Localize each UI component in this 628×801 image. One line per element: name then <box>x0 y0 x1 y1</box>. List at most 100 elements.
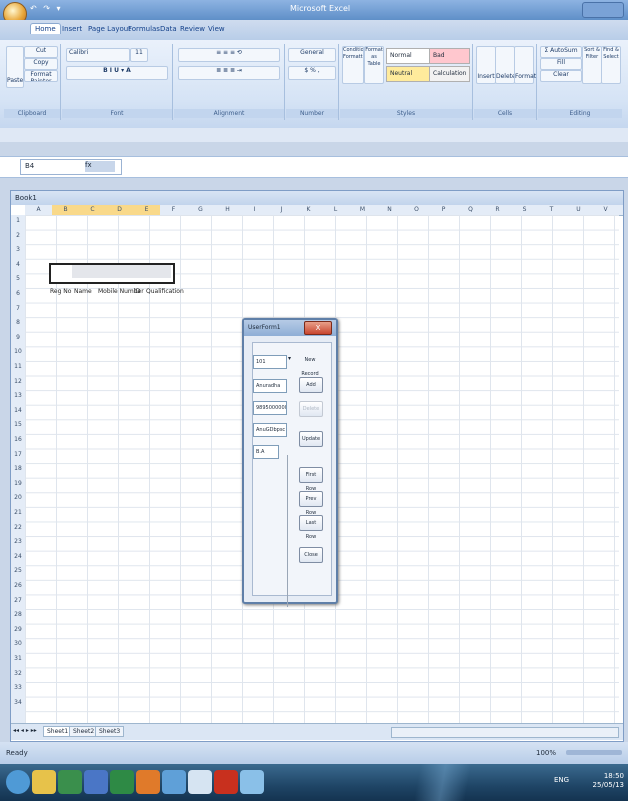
column-header-c[interactable]: C <box>79 205 106 215</box>
insert-cells-button[interactable]: Insert <box>476 46 496 84</box>
row-header-4[interactable]: 4 <box>11 261 25 268</box>
align-bottom-buttons[interactable]: ≣ ≣ ≣ ⇥ <box>178 66 280 80</box>
tab-view[interactable]: View <box>208 25 225 33</box>
prev-row-button[interactable]: Prev Row <box>299 491 323 516</box>
column-header-e[interactable]: E <box>133 205 160 215</box>
row-header-8[interactable]: 8 <box>11 319 25 326</box>
column-header-q[interactable]: Q <box>457 205 484 215</box>
first-row-button[interactable]: First Row <box>299 467 323 492</box>
zoom-slider[interactable] <box>566 750 622 755</box>
sheet-tab-3[interactable]: Sheet3 <box>95 726 125 737</box>
format-painter-button[interactable]: Format Painter <box>24 70 58 82</box>
row-header-19[interactable]: 19 <box>11 480 25 487</box>
column-header-f[interactable]: F <box>160 205 187 215</box>
column-header-s[interactable]: S <box>511 205 538 215</box>
column-header-r[interactable]: R <box>484 205 511 215</box>
fx-button[interactable]: fx <box>85 161 115 172</box>
row-header-10[interactable]: 10 <box>11 348 25 355</box>
chrome-icon[interactable] <box>58 770 82 794</box>
column-header-k[interactable]: K <box>295 205 322 215</box>
row-header-20[interactable]: 20 <box>11 494 25 501</box>
row-header-26[interactable]: 26 <box>11 582 25 589</box>
column-header-u[interactable]: U <box>565 205 592 215</box>
calc-icon[interactable] <box>240 770 264 794</box>
row-header-2[interactable]: 2 <box>11 232 25 239</box>
row-header-6[interactable]: 6 <box>11 290 25 297</box>
cell-reg-no[interactable]: Reg No <box>50 288 71 295</box>
row-header-18[interactable]: 18 <box>11 465 25 472</box>
font-name-select[interactable]: Calibri <box>66 48 130 62</box>
cell-qualification[interactable]: Qualification <box>146 288 184 295</box>
tab-home[interactable]: Home <box>30 23 61 34</box>
sheet-tab-1[interactable]: Sheet1 <box>43 726 73 737</box>
tab-insert[interactable]: Insert <box>62 25 82 33</box>
delete-cells-button[interactable]: Delete <box>495 46 516 84</box>
clear-button[interactable]: Clear <box>540 70 582 82</box>
font-size-select[interactable]: 11 <box>130 48 148 62</box>
style-bad[interactable]: Bad <box>429 48 470 64</box>
fill-button[interactable]: Fill <box>540 58 582 70</box>
row-header-33[interactable]: 33 <box>11 684 25 691</box>
pdf-icon[interactable] <box>214 770 238 794</box>
row-header-25[interactable]: 25 <box>11 567 25 574</box>
close-button[interactable]: Close <box>299 547 323 563</box>
autosum-button[interactable]: Σ AutoSum <box>540 46 582 58</box>
sheet-tab-2[interactable]: Sheet2 <box>69 726 99 737</box>
row-header-16[interactable]: 16 <box>11 436 25 443</box>
column-header-p[interactable]: P <box>430 205 457 215</box>
column-header-l[interactable]: L <box>322 205 349 215</box>
column-header-t[interactable]: T <box>538 205 565 215</box>
row-header-28[interactable]: 28 <box>11 611 25 618</box>
textbox-id[interactable]: AnuGDbpsc <box>253 423 287 437</box>
add-button[interactable]: Add <box>299 377 323 393</box>
column-header-m[interactable]: M <box>349 205 376 215</box>
copy-button[interactable]: Copy <box>24 58 58 70</box>
row-header-22[interactable]: 22 <box>11 524 25 531</box>
row-header-3[interactable]: 3 <box>11 246 25 253</box>
column-header-n[interactable]: N <box>376 205 403 215</box>
find-select-button[interactable]: Find & Select <box>601 46 621 84</box>
row-header-1[interactable]: 1 <box>11 217 25 224</box>
row-header-30[interactable]: 30 <box>11 640 25 647</box>
row-header-21[interactable]: 21 <box>11 509 25 516</box>
column-header-i[interactable]: I <box>241 205 268 215</box>
language-indicator[interactable]: ENG <box>554 776 569 784</box>
chevron-down-icon[interactable]: ▾ <box>288 355 291 362</box>
quick-access-toolbar[interactable]: ↶ ↷ ▾ <box>30 4 63 13</box>
sort-filter-button[interactable]: Sort & Filter <box>582 46 602 84</box>
format-cells-button[interactable]: Format <box>514 46 536 84</box>
media-icon[interactable] <box>162 770 186 794</box>
textbox-reg-no[interactable]: 101 <box>253 355 287 369</box>
sheet-nav-arrows[interactable]: ◂◂ ◂ ▸ ▸▸ <box>13 727 37 734</box>
cut-button[interactable]: Cut <box>24 46 58 58</box>
row-header-12[interactable]: 12 <box>11 378 25 385</box>
row-header-14[interactable]: 14 <box>11 407 25 414</box>
row-header-13[interactable]: 13 <box>11 392 25 399</box>
row-header-32[interactable]: 32 <box>11 670 25 677</box>
textbox-name[interactable]: Anuradha <box>253 379 287 393</box>
textbox-qualification[interactable]: B.A <box>253 445 279 459</box>
number-format-buttons[interactable]: $ % , <box>288 66 336 80</box>
conditional-formatting-button[interactable]: Conditional Formatting <box>342 46 364 84</box>
row-header-29[interactable]: 29 <box>11 626 25 633</box>
horizontal-scrollbar[interactable] <box>391 727 619 738</box>
cell-name[interactable]: Name <box>74 288 92 295</box>
system-clock[interactable]: 18:50 25/05/13 <box>593 772 624 790</box>
name-box[interactable]: B4 fx <box>20 159 122 175</box>
column-header-v[interactable]: V <box>592 205 619 215</box>
row-header-15[interactable]: 15 <box>11 421 25 428</box>
column-header-a[interactable]: A <box>25 205 52 215</box>
firefox-icon[interactable] <box>136 770 160 794</box>
align-top-buttons[interactable]: ≡ ≡ ≡ ⟲ <box>178 48 280 62</box>
style-normal[interactable]: Normal <box>386 48 431 64</box>
column-header-b[interactable]: B <box>52 205 79 215</box>
zoom-level[interactable]: 100% <box>536 749 556 757</box>
close-icon[interactable]: X <box>304 321 332 335</box>
tab-formulas[interactable]: Formulas <box>128 25 160 33</box>
start-orb-icon[interactable] <box>6 770 30 794</box>
row-header-24[interactable]: 24 <box>11 553 25 560</box>
new-record-label[interactable]: New Record <box>299 353 321 377</box>
font-format-buttons[interactable]: B I U ▾ A <box>66 66 168 80</box>
row-header-5[interactable]: 5 <box>11 275 25 282</box>
word-icon[interactable] <box>84 770 108 794</box>
